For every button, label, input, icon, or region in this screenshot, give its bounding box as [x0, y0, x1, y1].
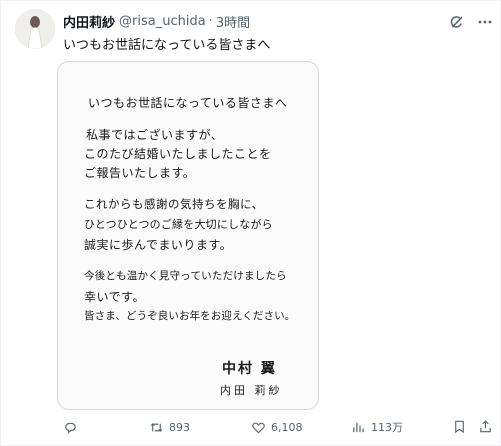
- letter-line: ご報告いたします。: [84, 166, 196, 180]
- action-bar: 893 6,108 113万: [1, 416, 501, 438]
- views-button[interactable]: 113万: [351, 416, 403, 438]
- header-separator: ·: [208, 13, 213, 29]
- bookmark-icon[interactable]: [452, 419, 467, 434]
- like-button[interactable]: 6,108: [251, 416, 303, 438]
- retweet-count: 893: [169, 420, 190, 434]
- post-text: いつもお世話になっている皆さまへ: [63, 38, 271, 53]
- post-timestamp[interactable]: 3時間: [216, 12, 250, 31]
- letter-line: いつもお世話になっている皆さまへ: [88, 96, 288, 110]
- grok-icon[interactable]: [449, 14, 465, 30]
- like-count: 6,108: [271, 420, 303, 434]
- letter-line: 今後とも温かく見守っていただけましたら: [84, 270, 287, 282]
- post-card[interactable]: 内田莉紗 @risa_uchida · 3時間 いつもお世話になっている皆さまへ…: [0, 0, 501, 446]
- handwritten-letter: いつもお世話になっている皆さまへ 私事ではございますが、 このたび結婚いたしまし…: [58, 62, 318, 409]
- views-count: 113万: [371, 421, 403, 434]
- views-icon: [353, 422, 364, 432]
- post-image[interactable]: いつもお世話になっている皆さまへ 私事ではございますが、 このたび結婚いたしまし…: [57, 61, 319, 410]
- retweet-icon: [150, 422, 163, 432]
- letter-line: 誠実に歩んでまいります。: [84, 238, 233, 252]
- letter-line: 私事ではございますが、: [86, 128, 224, 142]
- retweet-button[interactable]: 893: [149, 416, 190, 438]
- heart-icon: [252, 422, 265, 433]
- letter-line: ひとつひとつのご縁を大切にしながら: [84, 218, 273, 231]
- post-header: 内田莉紗 @risa_uchida · 3時間: [63, 11, 250, 31]
- signature-groom: 中村 翼: [222, 361, 277, 377]
- avatar-photo: [15, 9, 55, 49]
- letter-line: 幸いです。: [84, 290, 145, 304]
- reply-icon: [65, 422, 76, 434]
- reply-button[interactable]: [63, 416, 78, 438]
- avatar[interactable]: [15, 9, 55, 49]
- letter-line: このたび結婚いたしましたことを: [84, 147, 272, 161]
- signature-bride: 内田 莉紗: [220, 384, 283, 397]
- author-handle[interactable]: @risa_uchida: [119, 14, 206, 29]
- share-icon[interactable]: [478, 419, 493, 434]
- author-display-name[interactable]: 内田莉紗: [63, 12, 115, 31]
- letter-line: 皆さま、どうぞ良いお年をお迎えください。: [84, 310, 296, 322]
- letter-line: これからも感謝の気持ちを胸に、: [84, 197, 264, 211]
- more-icon[interactable]: [477, 14, 493, 30]
